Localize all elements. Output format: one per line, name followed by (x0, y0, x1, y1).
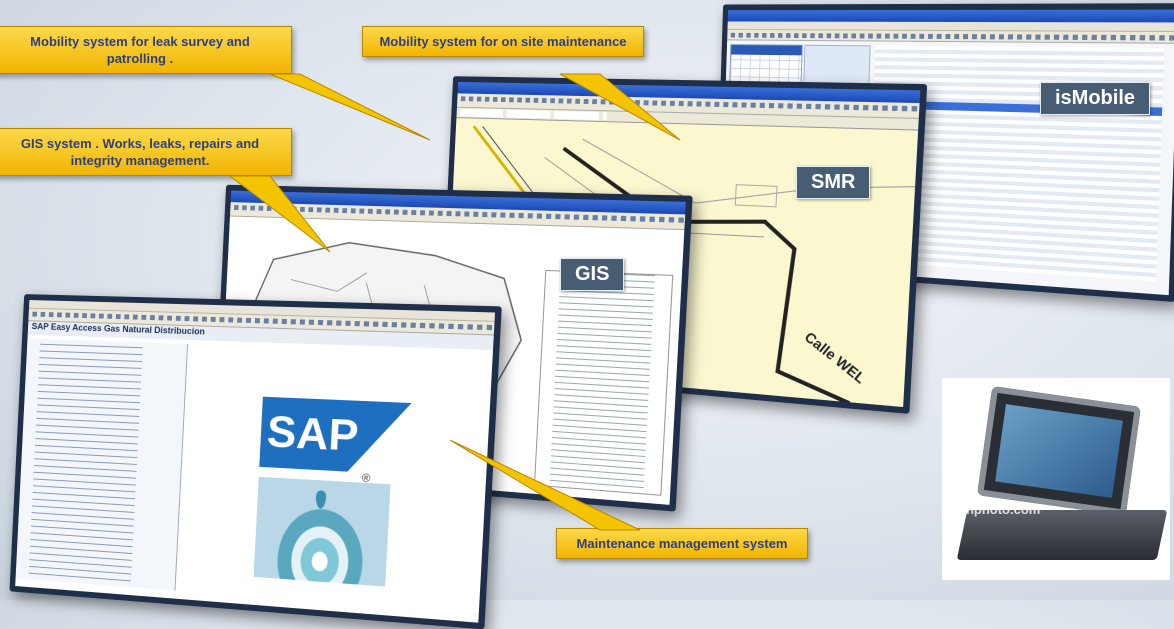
callout-onsite-maintenance: Mobility system for on site maintenance (362, 26, 644, 57)
ismobile-tag: isMobile (1040, 82, 1151, 115)
sap-logo: SAP (259, 397, 411, 475)
sap-menu-tree (15, 338, 189, 591)
callout-maintenance-mgmt: Maintenance management system (556, 528, 808, 559)
water-drop-icon (253, 476, 391, 587)
tablet-laptop-base (956, 510, 1168, 560)
watermark: bhphoto.com (958, 502, 1041, 517)
ismobile-toolbar (727, 29, 1174, 44)
sap-logo-text: SAP (265, 406, 360, 461)
ismobile-titlebar (727, 9, 1174, 23)
tablet-laptop-icon (977, 386, 1141, 516)
gis-tag: GIS (560, 258, 625, 291)
sap-screen: SAP Easy Access Gas Natural Distribucion… (9, 294, 502, 629)
callout-gis-works: GIS system . Works, leaks, repairs and i… (0, 128, 292, 176)
gis-layer-tree (533, 269, 674, 496)
tablet-laptop-photo: bhphoto.com (942, 378, 1170, 580)
callout-leak-survey: Mobility system for leak survey and patr… (0, 26, 292, 74)
smr-tag: SMR (796, 166, 871, 199)
